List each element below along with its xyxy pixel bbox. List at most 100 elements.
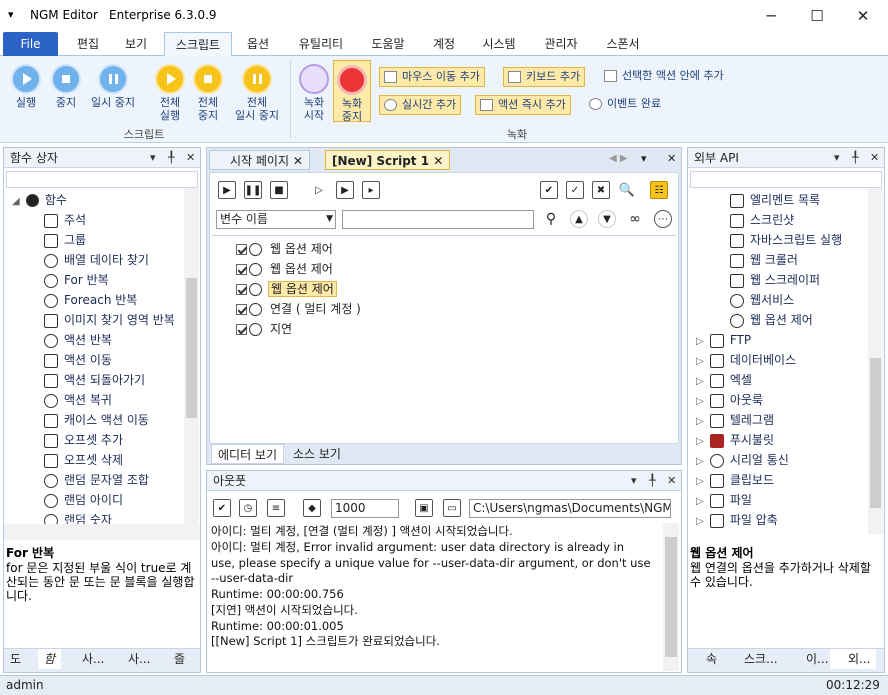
more-icon[interactable]: ⋯ (654, 210, 672, 228)
expand-icon[interactable]: ▷ (696, 472, 706, 492)
tab-screenshot[interactable]: 스크... (726, 649, 784, 669)
expand-icon[interactable]: ▷ (696, 492, 706, 512)
output-scrollbar[interactable] (663, 523, 679, 671)
expand-icon[interactable]: ▷ (696, 352, 706, 372)
tab-nav-icon[interactable]: ◀ ▶ (609, 153, 628, 164)
add-realtime-button[interactable]: 실시간 추가 (379, 95, 462, 115)
api-group[interactable]: ▷ 클립보드 (696, 470, 774, 490)
tab-favorites[interactable]: 즐 (168, 649, 191, 669)
api-scrollbar[interactable] (868, 188, 883, 534)
expand-icon[interactable]: ▷ (696, 372, 706, 392)
tab-bottom[interactable]: 도 (4, 649, 27, 669)
maximize-button[interactable]: ☐ (794, 0, 840, 32)
api-group[interactable]: ▷ 아웃룩 (696, 390, 763, 410)
tab-close-icon[interactable]: ✕ (433, 154, 443, 168)
menu-file[interactable]: File (3, 32, 58, 56)
action-line[interactable]: 지연 (236, 320, 292, 337)
tab-close-icon[interactable]: ✕ (293, 154, 303, 168)
function-root[interactable]: ◢ 함수 (12, 190, 67, 210)
menu-help[interactable]: 도움말 (364, 32, 412, 56)
api-item[interactable]: 웹 크롤러 (730, 250, 798, 270)
record-stop-button[interactable]: 녹화 중지 (333, 60, 371, 123)
tab-function[interactable]: 함 (38, 649, 62, 669)
api-group[interactable]: ▷ 텔레그램 (696, 410, 774, 430)
function-item[interactable]: 랜덤 숫자 (44, 510, 112, 524)
expand-icon[interactable]: ▷ (696, 452, 706, 472)
menu-options[interactable]: 옵션 (240, 32, 276, 56)
pause-all-button[interactable]: 전체 일시 중지 (226, 64, 288, 122)
menu-sponsor[interactable]: 스폰서 (598, 32, 648, 56)
api-item[interactable]: 엘리멘트 목록 (730, 190, 820, 210)
api-group[interactable]: ▷ 시리얼 통신 (696, 450, 789, 470)
log-check-icon[interactable]: ✔ (213, 499, 231, 517)
pin-icon[interactable]: ╀ (852, 148, 859, 168)
api-group[interactable]: ▷ FTP (696, 330, 751, 350)
function-item[interactable]: 오프셋 삭제 (44, 450, 123, 470)
panel-close-icon[interactable]: ✕ (667, 471, 676, 491)
function-item[interactable]: 액션 반복 (44, 330, 112, 350)
play-icon[interactable]: ▶ (218, 181, 236, 199)
record-start-button[interactable]: 녹화 시작 (296, 64, 332, 122)
system-menu-icon[interactable]: ▾ (8, 8, 14, 21)
panel-menu-icon[interactable]: ▾ (834, 148, 840, 168)
function-item[interactable]: 오프셋 추가 (44, 430, 123, 450)
menu-script[interactable]: 스크립트 (164, 32, 232, 57)
add-keyboard-button[interactable]: 키보드 추가 (503, 67, 586, 87)
eraser-icon[interactable]: ◆ (303, 499, 321, 517)
arrow-down-icon[interactable]: ▼ (598, 210, 616, 228)
stop-button[interactable]: 중지 (46, 64, 86, 109)
pause-button[interactable]: 일시 중지 (84, 64, 142, 109)
action-line[interactable]: 연결 ( 멀티 계정 ) (236, 300, 361, 317)
tab-editor-view[interactable]: 에디터 보기 (211, 444, 285, 464)
tab-start-page[interactable]: 시작 페이지 ✕ (209, 150, 310, 170)
log-count-stepper[interactable]: 1000 (331, 499, 399, 518)
pin-icon[interactable]: ╀ (168, 148, 175, 168)
pin-icon[interactable]: ╀ (649, 471, 656, 491)
tab-user-func[interactable]: 사... (122, 649, 156, 669)
api-group[interactable]: ▷ 데이터베이스 (696, 350, 796, 370)
api-item[interactable]: 웹서비스 (730, 290, 794, 310)
api-group[interactable]: ▷ 푸시불릿 (696, 430, 774, 450)
tab-external-api[interactable]: 외... (830, 649, 877, 669)
panel-close-icon[interactable]: ✕ (870, 148, 879, 168)
expand-icon[interactable]: ▷ (696, 412, 706, 432)
action-line[interactable]: 웹 옵션 제어 (236, 260, 333, 277)
function-search-input[interactable] (6, 171, 198, 188)
variable-search-input[interactable] (342, 210, 534, 229)
panel-close-icon[interactable]: ✕ (667, 152, 676, 165)
tab-properties[interactable]: 속 (688, 649, 723, 669)
run-all-button[interactable]: 전체 실행 (150, 64, 190, 122)
log-time-icon[interactable]: ◷ (239, 499, 257, 517)
tab-source-view[interactable]: 소스 보기 (287, 444, 347, 464)
menu-view[interactable]: 보기 (118, 32, 154, 56)
function-item[interactable]: 액션 되돌아가기 (44, 370, 145, 390)
search-icon[interactable]: ⚲ (542, 210, 560, 228)
tab-script-1[interactable]: [New] Script 1 ✕ (325, 150, 451, 170)
log-path-input[interactable]: C:\Users\ngmas\Documents\NGM6\ (469, 499, 671, 518)
tab-user[interactable]: 사... (76, 649, 110, 669)
action-line[interactable]: 웹 옵션 제어 (236, 240, 333, 257)
arrow-up-icon[interactable]: ▲ (570, 210, 588, 228)
step-next-icon[interactable]: ▶ (336, 181, 354, 199)
menu-system[interactable]: 시스템 (474, 32, 524, 56)
menu-account[interactable]: 계정 (424, 32, 464, 56)
api-group[interactable]: ▷ 파일 압축 (696, 510, 778, 530)
panel-menu-icon[interactable]: ▾ (150, 148, 156, 168)
stop-icon[interactable]: ■ (270, 181, 288, 199)
event-complete-button[interactable]: 이벤트 완료 (585, 95, 665, 115)
expand-icon[interactable]: ▷ (696, 432, 706, 452)
api-item[interactable]: 스크린샷 (730, 210, 794, 230)
api-item[interactable]: 웹 스크레이퍼 (730, 270, 820, 290)
tab-image[interactable]: 이... (788, 649, 834, 669)
check-icon[interactable]: ✓ (566, 181, 584, 199)
function-scrollbar[interactable] (184, 188, 199, 524)
variable-select[interactable]: 변수 이름 ▼ (216, 210, 336, 229)
function-item[interactable]: 랜덤 아이디 (44, 490, 123, 510)
function-item[interactable]: Foreach 반복 (44, 290, 137, 310)
function-hscrollbar[interactable] (4, 524, 200, 540)
panel-menu-icon[interactable]: ▾ (641, 152, 647, 165)
step-play-icon[interactable]: ▷ (310, 181, 328, 199)
delete-icon[interactable]: ✖ (592, 181, 610, 199)
api-group[interactable]: ▷ 엑셀 (696, 370, 752, 390)
close-button[interactable]: ✕ (840, 0, 886, 32)
